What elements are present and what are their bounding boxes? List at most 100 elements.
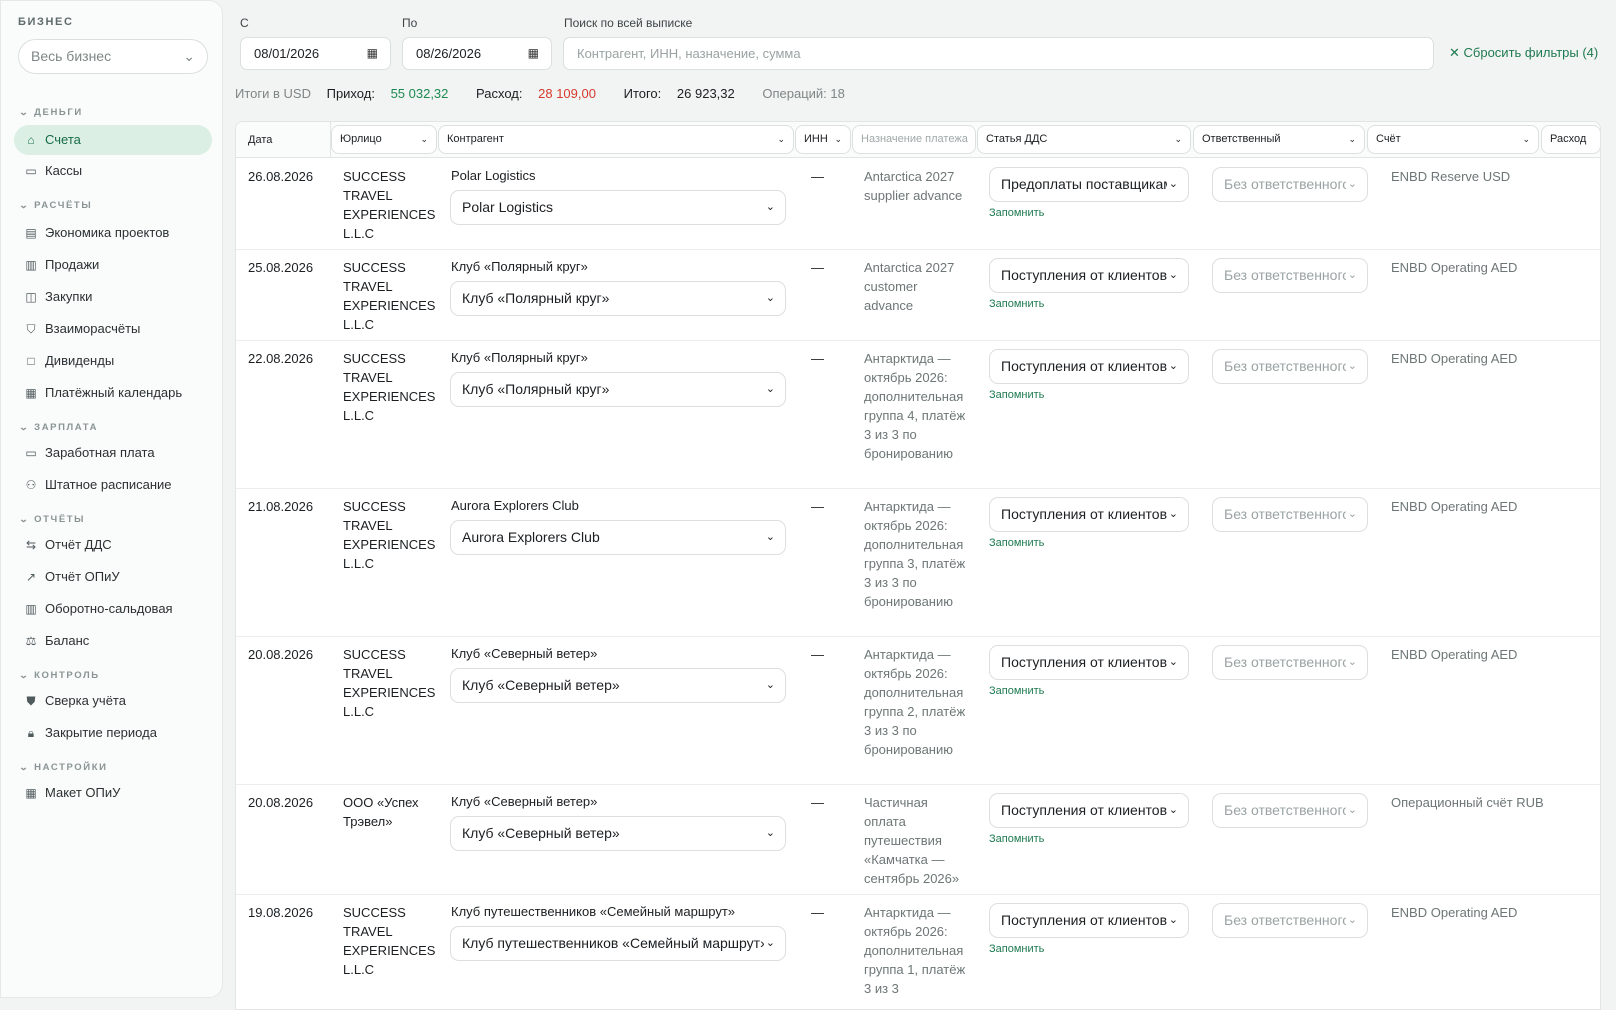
counterparty-select[interactable]: Aurora Explorers Club ⌄ [450,520,786,555]
sidebar-item-trial-balance[interactable]: ▥ Оборотно-сальдовая [14,594,212,624]
bank-icon: ⌂ [27,133,35,147]
remember-link[interactable]: Запомнить [989,298,1044,310]
table-row[interactable]: 19.08.2026 SUCCESS TRAVEL EXPERIENCES L.L… [236,895,1600,1009]
row-account: ENBD Reserve USD [1391,169,1511,184]
section-settings[interactable]: ⌄ НАСТРОЙКИ [19,762,108,773]
header-counterparty-filter[interactable]: Контрагент ⌄ [438,125,794,154]
responsible-select[interactable]: Без ответственного ⌄ [1212,349,1368,384]
header-purpose-input[interactable]: Назначение платежа [852,125,976,154]
remember-link[interactable]: Запомнить [989,943,1044,955]
dds-category-select[interactable]: Поступления от клиентов ⌄ [989,793,1189,828]
header-dds-filter[interactable]: Статья ДДС ⌄ [977,125,1191,154]
chevron-down-icon: ⌄ [183,48,195,64]
row-date: 21.08.2026 [248,499,314,514]
sidebar-item-settlements[interactable]: ⛉ Взаиморасчёты [14,314,212,344]
table-row[interactable]: 26.08.2026 SUCCESS TRAVEL EXPERIENCES L.L… [236,159,1600,250]
row-counterparty-name: Polar Logistics [451,168,536,183]
header-inn-filter[interactable]: ИНН ⌄ [795,125,851,154]
sidebar-item-pnl-layout[interactable]: ▦ Макет ОПиУ [14,778,212,808]
table-icon: ▦ [25,786,37,800]
folder-icon: ▤ [25,226,37,240]
responsible-select[interactable]: Без ответственного ⌄ [1212,167,1368,202]
counterparty-select[interactable]: Клуб «Полярный круг» ⌄ [450,372,786,407]
date-from-input[interactable]: 08/01/2026 ▦ [240,37,391,70]
section-money[interactable]: ⌄ ДЕНЬГИ [19,107,83,118]
sidebar-item-staffing[interactable]: ⚇ Штатное расписание [14,470,212,500]
sidebar-item-period-close[interactable]: 🔒︎ Закрытие периода [14,718,212,748]
receipt-icon: ▥ [25,258,37,272]
sidebar-item-payroll[interactable]: ▭ Заработная плата [14,438,212,468]
header-responsible-filter[interactable]: Ответственный ⌄ [1193,125,1365,154]
responsible-select[interactable]: Без ответственного ⌄ [1212,497,1368,532]
row-entity: SUCCESS TRAVEL EXPERIENCES L.L.C [343,260,436,332]
responsible-select[interactable]: Без ответственного ⌄ [1212,903,1368,938]
counterparty-select[interactable]: Клуб «Северный ветер» ⌄ [450,668,786,703]
table-row[interactable]: 22.08.2026 SUCCESS TRAVEL EXPERIENCES L.L… [236,341,1600,489]
main-content: С 08/01/2026 ▦ По 08/26/2026 ▦ Поиск по … [235,0,1616,1010]
chevron-down-icon: ⌄ [763,373,775,406]
section-control[interactable]: ⌄ КОНТРОЛЬ [19,670,100,681]
sidebar-item-accounts[interactable]: ⌂ Счета [14,125,212,155]
dds-category-select[interactable]: Предоплаты поставщикам ⌄ [989,167,1189,202]
remember-link[interactable]: Запомнить [989,537,1044,549]
reset-filters-button[interactable]: ✕ Сбросить фильтры (4) [1449,45,1598,61]
calendar-icon[interactable]: ▦ [367,38,378,69]
dds-category-select[interactable]: Поступления от клиентов ⌄ [989,497,1189,532]
sidebar-item-balance[interactable]: ⚖ Баланс [14,626,212,656]
shopping-bag-icon: ◫ [25,290,37,304]
sidebar-item-payment-calendar[interactable]: ▦ Платёжный календарь [14,378,212,408]
search-input[interactable]: Контрагент, ИНН, назначение, сумма [563,37,1434,70]
business-select[interactable]: Весь бизнес ⌄ [18,39,208,74]
users-icon: ⚇ [25,478,37,492]
sidebar-item-purchases[interactable]: ◫ Закупки [14,282,212,312]
table-row[interactable]: 20.08.2026 SUCCESS TRAVEL EXPERIENCES L.L… [236,637,1600,785]
header-expense-filter[interactable]: Расход [1541,125,1600,154]
date-to-input[interactable]: 08/26/2026 ▦ [402,37,552,70]
counterparty-select[interactable]: Клуб путешественников «Семейный маршрут»… [450,926,786,961]
row-purpose: Антарктида — октябрь 2026: дополнительна… [864,905,966,996]
sidebar-item-reconciliation[interactable]: ⛊ Сверка учёта [14,686,212,716]
shield-check-icon: ⛊ [26,694,36,708]
remember-link[interactable]: Запомнить [989,389,1044,401]
counterparty-select[interactable]: Polar Logistics ⌄ [450,190,786,225]
chevron-down-icon: ⌄ [1166,498,1178,531]
chevron-down-icon: ⌄ [1345,646,1357,679]
remember-link[interactable]: Запомнить [989,207,1044,219]
row-date: 20.08.2026 [248,795,314,810]
header-date[interactable]: Дата [236,122,331,158]
table-row[interactable]: 21.08.2026 SUCCESS TRAVEL EXPERIENCES L.L… [236,489,1600,637]
chevron-down-icon: ⌄ [1166,259,1178,292]
row-inn: — [811,499,824,514]
responsible-select[interactable]: Без ответственного ⌄ [1212,645,1368,680]
dds-category-select[interactable]: Поступления от клиентов ⌄ [989,903,1189,938]
responsible-select[interactable]: Без ответственного ⌄ [1212,793,1368,828]
remember-link[interactable]: Запомнить [989,685,1044,697]
sidebar-item-project-economics[interactable]: ▤ Экономика проектов [14,218,212,248]
section-settlements[interactable]: ⌄ РАСЧЁТЫ [19,200,92,211]
header-entity-filter[interactable]: Юрлицо ⌄ [331,125,437,154]
table-row[interactable]: 20.08.2026 ООО «Успех Трэвел» Клуб «Северн… [236,785,1600,895]
dds-category-select[interactable]: Поступления от клиентов ⌄ [989,645,1189,680]
dds-category-select[interactable]: Поступления от клиентов ⌄ [989,349,1189,384]
sidebar-item-cash[interactable]: ▭ Кассы [14,156,212,186]
sidebar-item-sales[interactable]: ▥ Продажи [14,250,212,280]
sidebar-item-pnl-report[interactable]: ↗ Отчёт ОПиУ [14,562,212,592]
search-label: Поиск по всей выписке [564,16,693,30]
counterparty-select[interactable]: Клуб «Северный ветер» ⌄ [450,816,786,851]
calendar-icon[interactable]: ▦ [528,38,539,69]
section-salary[interactable]: ⌄ ЗАРПЛАТА [19,422,98,433]
row-purpose: Частичная оплата путешествия «Камчатка —… [864,795,960,886]
sidebar-item-cashflow-report[interactable]: ⇆ Отчёт ДДС [14,530,212,560]
header-account-filter[interactable]: Счёт ⌄ [1367,125,1539,154]
chevron-down-icon: ⌄ [763,521,775,554]
table-row[interactable]: 25.08.2026 SUCCESS TRAVEL EXPERIENCES L.L… [236,250,1600,341]
responsible-select[interactable]: Без ответственного ⌄ [1212,258,1368,293]
expense-total: Расход: 28 109,00 [476,86,596,101]
dds-category-select[interactable]: Поступления от клиентов ⌄ [989,258,1189,293]
chevron-down-icon: ⌄ [1345,168,1357,201]
sidebar-item-dividends[interactable]: □ Дивиденды [14,346,212,376]
section-reports[interactable]: ⌄ ОТЧЁТЫ [19,514,85,525]
counterparty-select[interactable]: Клуб «Полярный круг» ⌄ [450,281,786,316]
remember-link[interactable]: Запомнить [989,833,1044,845]
business-select-value: Весь бизнес [31,48,112,64]
